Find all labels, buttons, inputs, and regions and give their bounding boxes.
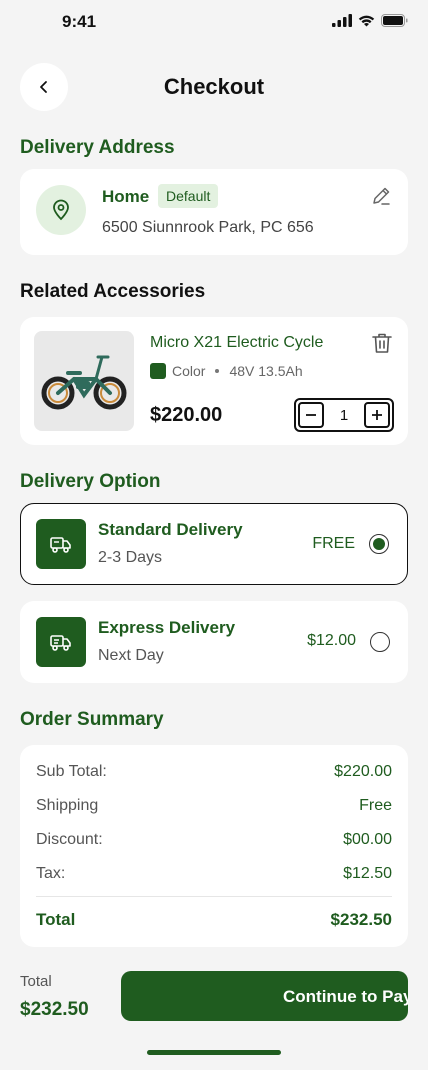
summary-value: Free [359, 797, 392, 814]
status-icons [332, 14, 408, 27]
summary-total-label: Total [36, 910, 76, 929]
quantity-value: 1 [339, 406, 349, 424]
summary-total-row: Total $232.50 [36, 910, 392, 930]
color-swatch [150, 363, 166, 379]
product-spec: 48V 13.5Ah [229, 363, 303, 379]
footer-total-value: $232.50 [20, 999, 89, 1020]
edit-address-button[interactable] [370, 185, 392, 212]
summary-label: Discount: [36, 831, 103, 848]
summary-value: $12.50 [343, 865, 392, 882]
remove-product-button[interactable] [370, 331, 394, 360]
summary-row: Tax: $12.50 [36, 865, 392, 883]
summary-label: Sub Total: [36, 763, 107, 780]
decrease-quantity-button[interactable] [298, 402, 324, 428]
summary-value: $00.00 [343, 831, 392, 848]
product-image [34, 331, 134, 431]
summary-divider [36, 896, 392, 897]
battery-icon [381, 14, 408, 27]
delivery-truck-icon [36, 617, 86, 667]
footer-total-label: Total [20, 973, 52, 990]
delivery-option-title: Delivery Option [20, 471, 161, 492]
product-price: $220.00 [150, 404, 223, 426]
pencil-icon [373, 187, 390, 205]
delivery-eta: 2-3 Days [98, 549, 163, 566]
delivery-price: $12.00 [307, 632, 356, 649]
related-accessories-title: Related Accessories [20, 281, 206, 302]
address-name: Home [102, 187, 150, 206]
summary-row: Shipping Free [36, 797, 392, 815]
quantity-stepper: 1 [294, 398, 394, 432]
signal-icon [332, 14, 352, 27]
order-summary-title: Order Summary [20, 709, 164, 730]
summary-label: Shipping [36, 797, 99, 814]
page-title: Checkout [163, 74, 265, 99]
status-time: 9:41 [62, 12, 97, 31]
delivery-radio[interactable] [370, 632, 390, 652]
separator-dot [215, 369, 220, 373]
wifi-icon [358, 15, 375, 27]
delivery-name: Standard Delivery [98, 520, 243, 539]
summary-value: $220.00 [334, 763, 392, 780]
summary-total-value: $232.50 [330, 910, 392, 929]
summary-label: Tax: [36, 865, 66, 882]
address-card[interactable]: Home Default 6500 Siunnrook Park, PC 656 [20, 169, 408, 255]
continue-to-payment-button[interactable]: Continue to Payment [121, 971, 408, 1021]
minus-icon [306, 414, 316, 416]
delivery-radio-selected[interactable] [369, 534, 389, 554]
product-card: Micro X21 Electric Cycle Color 48V 13.5A… [20, 317, 408, 445]
delivery-option-standard[interactable]: Standard Delivery 2-3 Days FREE [20, 503, 408, 585]
color-label: Color [172, 363, 206, 379]
increase-quantity-button[interactable] [364, 402, 390, 428]
delivery-name: Express Delivery [98, 618, 236, 637]
product-meta: Color 48V 13.5Ah [150, 363, 303, 379]
summary-row: Discount: $00.00 [36, 831, 392, 849]
default-badge: Default [158, 184, 219, 208]
summary-row: Sub Total: $220.00 [36, 763, 392, 781]
delivery-eta: Next Day [98, 647, 164, 664]
plus-icon [372, 410, 382, 420]
delivery-address-title: Delivery Address [20, 137, 175, 158]
product-name: Micro X21 Electric Cycle [150, 334, 324, 351]
location-pin-icon [36, 185, 86, 235]
delivery-option-express[interactable]: Express Delivery Next Day $12.00 [20, 601, 408, 683]
order-summary-card: Sub Total: $220.00 Shipping Free Discoun… [20, 745, 408, 947]
continue-button-label: Continue to Payment [283, 987, 408, 1006]
delivery-price: FREE [312, 535, 355, 552]
home-indicator [147, 1050, 281, 1055]
trash-icon [372, 333, 392, 353]
address-line: 6500 Siunnrook Park, PC 656 [102, 219, 314, 236]
delivery-truck-icon [36, 519, 86, 569]
